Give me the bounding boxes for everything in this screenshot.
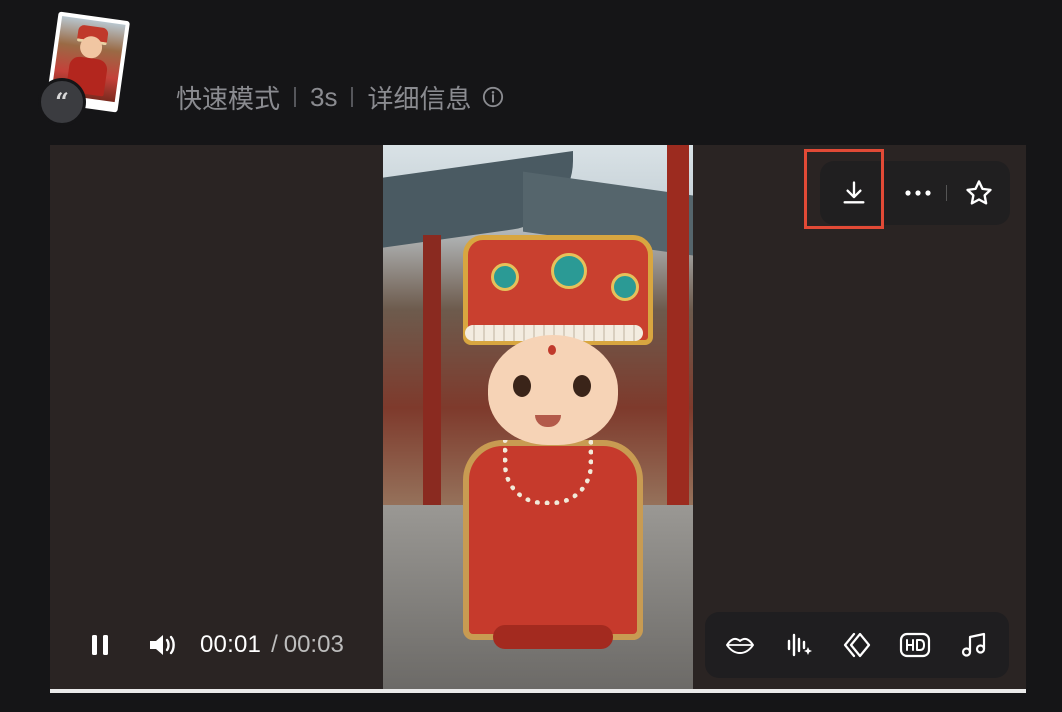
download-highlight-box [804,149,884,229]
music-button[interactable] [952,623,996,667]
current-time: 00:01 [200,631,262,658]
total-time: 00:03 [283,631,344,658]
progress-fill [50,689,1026,693]
progress-bar[interactable] [50,689,1026,693]
frame-interpolate-icon [843,632,871,658]
volume-icon [150,635,175,655]
volume-button[interactable] [142,625,182,665]
time-separator: / [271,631,278,658]
audio-sparkle-icon [787,633,812,657]
lips-icon [726,637,755,654]
more-icon [905,190,931,196]
details-link[interactable]: 详细信息 [367,79,471,116]
pause-icon [92,635,108,655]
result-thumbnail[interactable]: “ [38,11,134,126]
sound-effect-button[interactable] [777,623,821,667]
pause-button[interactable] [80,625,120,665]
hd-icon [900,632,931,658]
mode-label: 快速模式 [176,83,281,114]
more-button[interactable] [890,168,946,218]
action-divider [946,185,947,201]
meta-divider [294,87,297,107]
meta-divider [351,87,354,107]
info-icon[interactable] [482,86,504,108]
lip-sync-button[interactable] [718,623,762,667]
star-icon [966,180,992,205]
video-frame [383,145,693,693]
music-icon [961,632,985,657]
video-tool-bar [705,612,1009,678]
playback-controls: 00:01 / 00:03 [80,623,344,667]
quote-icon[interactable]: “ [38,78,86,126]
frame-interpolation-button[interactable] [835,623,879,667]
video-player[interactable]: 00:01 / 00:03 [50,145,1026,693]
favorite-button[interactable] [951,168,1007,218]
hd-upscale-button[interactable] [893,623,937,667]
generation-meta: 快速模式 3s 详细信息 [176,80,504,114]
duration-label: 3s [310,81,338,112]
